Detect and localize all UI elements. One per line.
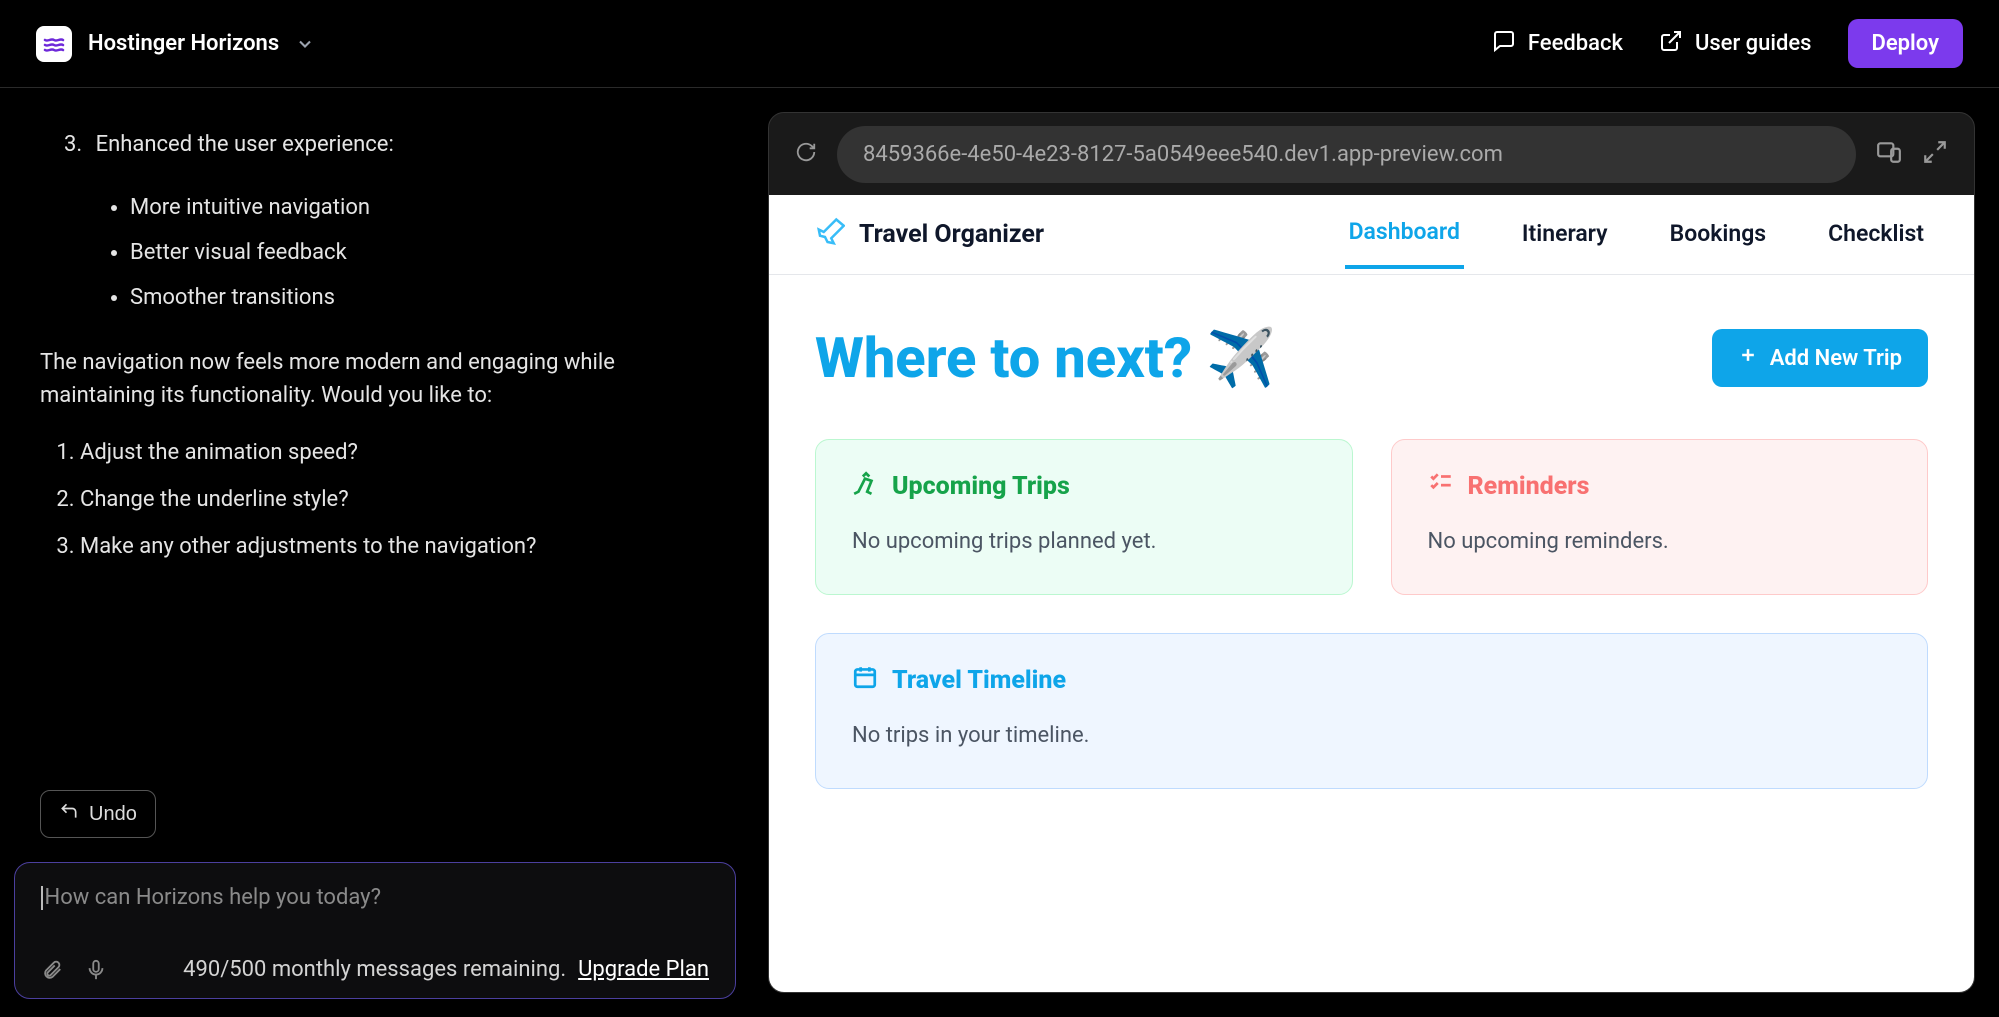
reload-icon[interactable] — [795, 141, 817, 168]
add-new-trip-button[interactable]: Add New Trip — [1712, 329, 1928, 387]
upcoming-body: No upcoming trips planned yet. — [852, 529, 1316, 554]
app-nav: Dashboard Itinerary Bookings Checklist — [1345, 209, 1928, 260]
option-item: Make any other adjustments to the naviga… — [80, 530, 690, 563]
chat-paragraph: The navigation now feels more modern and… — [40, 346, 690, 412]
chat-input-placeholder[interactable]: How can Horizons help you today? — [41, 885, 709, 943]
brand-area[interactable]: Hostinger Horizons — [36, 26, 315, 62]
feedback-button[interactable]: Feedback — [1492, 29, 1623, 59]
reminders-card: Reminders No upcoming reminders. — [1391, 439, 1929, 595]
bullet-item: Smoother transitions — [130, 281, 690, 314]
plus-icon — [1738, 345, 1758, 371]
preview-url[interactable]: 8459366e-4e50-4e23-8127-5a0549eee540.dev… — [837, 126, 1856, 183]
chat-column: 3. Enhanced the user experience: More in… — [0, 88, 750, 1017]
upcoming-trips-card: Upcoming Trips No upcoming trips planned… — [815, 439, 1353, 595]
tab-bookings[interactable]: Bookings — [1666, 220, 1771, 267]
app-header: Travel Organizer Dashboard Itinerary Boo… — [769, 195, 1974, 275]
top-actions: Feedback User guides Deploy — [1492, 19, 1963, 68]
reminders-body: No upcoming reminders. — [1428, 529, 1892, 554]
bullet-item: More intuitive navigation — [130, 191, 690, 224]
fullscreen-icon[interactable] — [1922, 139, 1948, 170]
deploy-button[interactable]: Deploy — [1848, 19, 1963, 68]
upcoming-title: Upcoming Trips — [892, 472, 1070, 501]
add-trip-label: Add New Trip — [1770, 346, 1902, 371]
chat-content: 3. Enhanced the user experience: More in… — [40, 128, 690, 563]
preview-body: Travel Organizer Dashboard Itinerary Boo… — [769, 195, 1974, 992]
brand-name: Hostinger Horizons — [88, 31, 279, 56]
chat-scroll-area[interactable]: 3. Enhanced the user experience: More in… — [0, 88, 750, 790]
timeline-title: Travel Timeline — [892, 666, 1066, 695]
plane-icon — [815, 217, 845, 252]
chat-input-box[interactable]: How can Horizons help you today? 490/500… — [14, 862, 736, 999]
preview-url-bar: 8459366e-4e50-4e23-8127-5a0549eee540.dev… — [769, 113, 1974, 195]
undo-button[interactable]: Undo — [40, 790, 156, 838]
user-guides-button[interactable]: User guides — [1659, 29, 1812, 59]
undo-icon — [59, 801, 79, 827]
quota-text: 490/500 monthly messages remaining. — [183, 957, 566, 982]
microphone-icon[interactable] — [85, 959, 107, 981]
external-link-icon — [1659, 29, 1683, 59]
chat-bubble-icon — [1492, 29, 1516, 59]
attach-icon[interactable] — [41, 959, 63, 981]
timeline-body: No trips in your timeline. — [852, 723, 1891, 748]
user-guides-label: User guides — [1695, 31, 1812, 56]
undo-label: Undo — [89, 803, 137, 826]
hero-title: Where to next? ✈️ — [815, 325, 1276, 391]
tab-itinerary[interactable]: Itinerary — [1518, 220, 1612, 267]
hero-row: Where to next? ✈️ Add New Trip — [815, 325, 1928, 391]
feedback-label: Feedback — [1528, 31, 1623, 56]
bullet-item: Better visual feedback — [130, 236, 690, 269]
tab-dashboard[interactable]: Dashboard — [1345, 218, 1464, 269]
top-bar: Hostinger Horizons Feedback User guides … — [0, 0, 1999, 88]
app-brand[interactable]: Travel Organizer — [815, 217, 1044, 252]
chevron-down-icon[interactable] — [295, 34, 315, 54]
option-item: Change the underline style? — [80, 483, 690, 516]
list-number: 3. — [64, 132, 82, 157]
brand-logo-icon — [36, 26, 72, 62]
reminders-title: Reminders — [1468, 472, 1590, 501]
plane-up-icon — [852, 470, 878, 503]
preview-column: 8459366e-4e50-4e23-8127-5a0549eee540.dev… — [750, 88, 1999, 1017]
tab-checklist[interactable]: Checklist — [1824, 220, 1928, 267]
checklist-icon — [1428, 470, 1454, 503]
preview-frame: 8459366e-4e50-4e23-8127-5a0549eee540.dev… — [768, 112, 1975, 993]
app-main: Where to next? ✈️ Add New Trip — [769, 275, 1974, 839]
app-brand-name: Travel Organizer — [859, 220, 1044, 249]
main-layout: 3. Enhanced the user experience: More in… — [0, 88, 1999, 1017]
calendar-icon — [852, 664, 878, 697]
list-item-text: Enhanced the user experience: — [96, 132, 394, 157]
timeline-card: Travel Timeline No trips in your timelin… — [815, 633, 1928, 789]
devices-icon[interactable] — [1876, 139, 1902, 170]
upgrade-plan-link[interactable]: Upgrade Plan — [578, 957, 709, 982]
undo-row: Undo — [0, 790, 750, 862]
option-item: Adjust the animation speed? — [80, 436, 690, 469]
